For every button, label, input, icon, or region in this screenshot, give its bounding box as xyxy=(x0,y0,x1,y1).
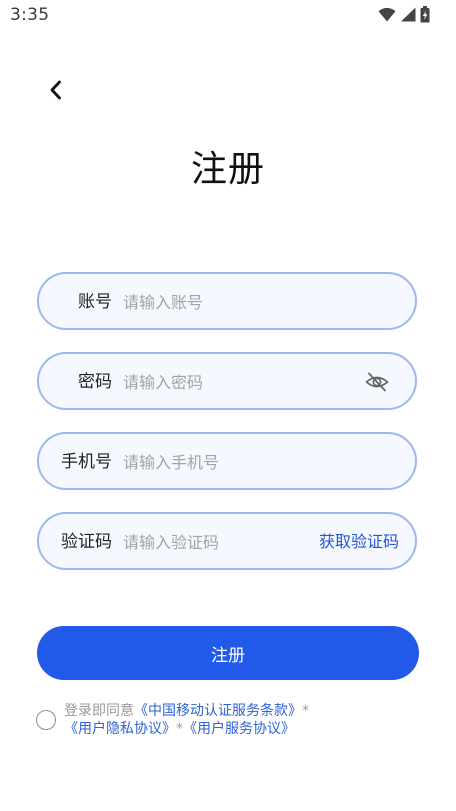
signal-icon xyxy=(401,7,416,22)
register-button[interactable]: 注册 xyxy=(37,626,419,680)
phone-label: 手机号 xyxy=(61,452,112,472)
wifi-icon xyxy=(378,7,396,22)
code-field: 验证码 获取验证码 xyxy=(37,512,417,570)
status-icons xyxy=(378,6,430,23)
eye-off-icon[interactable] xyxy=(365,370,389,394)
password-label: 密码 xyxy=(78,372,112,392)
privacy-link[interactable]: 《用户隐私协议》 xyxy=(64,721,176,737)
password-input[interactable] xyxy=(123,354,353,410)
agree-checkbox[interactable] xyxy=(36,710,56,730)
agreement-prefix: 登录即同意 xyxy=(64,703,134,719)
phone-input[interactable] xyxy=(123,434,353,490)
page-title: 注册 xyxy=(190,149,265,190)
code-label: 验证码 xyxy=(61,532,112,552)
status-bar: 3:35 xyxy=(0,0,456,32)
code-input[interactable] xyxy=(123,514,303,570)
agreement-separator: * xyxy=(302,703,309,719)
battery-icon xyxy=(420,6,430,23)
service-link[interactable]: 《用户服务协议》 xyxy=(183,721,295,737)
account-field: 账号 xyxy=(37,272,417,330)
agreement-separator: * xyxy=(176,721,183,737)
get-code-button[interactable]: 获取验证码 xyxy=(319,514,399,570)
back-button[interactable] xyxy=(40,74,72,106)
terms-link[interactable]: 《中国移动认证服务条款》 xyxy=(134,703,302,719)
account-input[interactable] xyxy=(123,274,353,330)
chevron-left-icon xyxy=(50,80,61,100)
password-field: 密码 xyxy=(37,352,417,410)
status-time: 3:35 xyxy=(10,5,50,25)
agreement-text: 登录即同意《中国移动认证服务条款》*《用户隐私协议》*《用户服务协议》 xyxy=(64,702,414,738)
phone-field: 手机号 xyxy=(37,432,417,490)
account-label: 账号 xyxy=(78,292,112,312)
